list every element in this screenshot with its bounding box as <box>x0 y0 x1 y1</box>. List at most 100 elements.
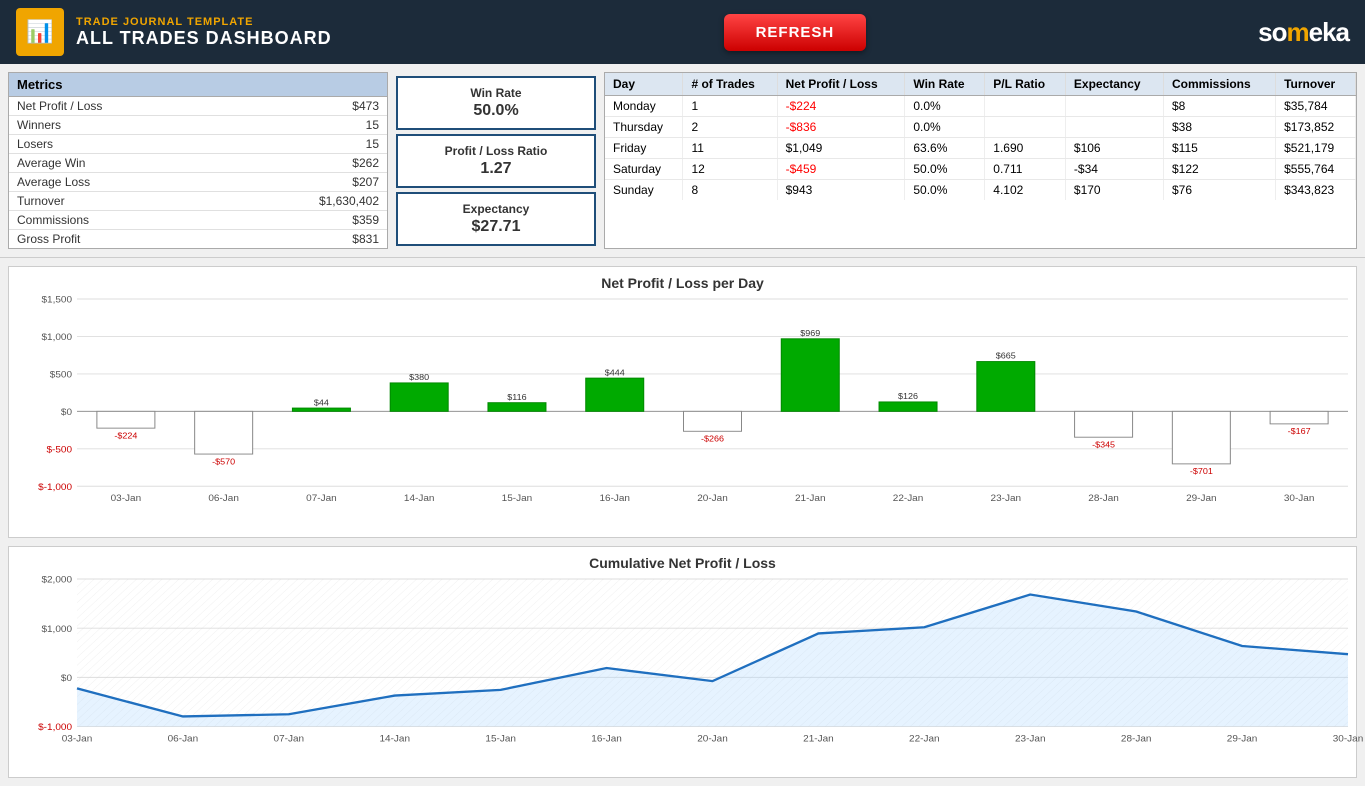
metrics-label: Winners <box>17 118 61 132</box>
svg-text:$1,500: $1,500 <box>41 295 72 306</box>
svg-text:07-Jan: 07-Jan <box>274 734 305 745</box>
table-cell <box>1065 117 1163 138</box>
metrics-row: Winners15 <box>9 116 387 135</box>
bar-chart-box: Net Profit / Loss per Day $1,500$1,000$5… <box>8 266 1357 538</box>
table-cell: $115 <box>1163 138 1275 159</box>
svg-text:-$224: -$224 <box>114 431 137 441</box>
day-table-header-row: Day# of TradesNet Profit / LossWin RateP… <box>605 73 1356 96</box>
metrics-label: Turnover <box>17 194 65 208</box>
header-text: TRADE JOURNAL TEMPLATE ALL TRADES DASHBO… <box>76 16 332 49</box>
metrics-row: Commissions $359 <box>9 211 387 230</box>
metrics-box: Metrics Net Profit / Loss$473Winners15Lo… <box>8 72 388 249</box>
day-table-col-header: Turnover <box>1276 73 1356 96</box>
charts-section: Net Profit / Loss per Day $1,500$1,000$5… <box>0 258 1365 786</box>
metrics-label: Net Profit / Loss <box>17 99 102 113</box>
svg-text:21-Jan: 21-Jan <box>803 734 834 745</box>
metrics-label: Losers <box>17 137 53 151</box>
svg-text:$1,000: $1,000 <box>41 624 72 635</box>
svg-text:14-Jan: 14-Jan <box>404 494 435 505</box>
svg-text:$-1,000: $-1,000 <box>38 723 72 734</box>
table-cell: Monday <box>605 96 683 117</box>
table-cell: 1 <box>683 96 777 117</box>
line-chart-svg: $2,000$1,000$0$-1,00003-Jan06-Jan07-Jan1… <box>77 579 1348 745</box>
svg-text:20-Jan: 20-Jan <box>697 734 728 745</box>
metrics-label: Commissions <box>17 213 89 227</box>
table-cell: $943 <box>777 180 905 201</box>
metrics-value: $359 <box>352 213 379 227</box>
line-chart-area: $2,000$1,000$0$-1,00003-Jan06-Jan07-Jan1… <box>17 579 1348 769</box>
table-cell: Sunday <box>605 180 683 201</box>
metrics-row: Net Profit / Loss $473 <box>9 97 387 116</box>
table-cell: $76 <box>1163 180 1275 201</box>
table-cell: -$224 <box>777 96 905 117</box>
svg-text:-$266: -$266 <box>701 434 724 444</box>
table-cell: Friday <box>605 138 683 159</box>
pl-ratio-label: Profit / Loss Ratio <box>418 144 574 158</box>
table-cell: 63.6% <box>905 138 985 159</box>
svg-text:30-Jan: 30-Jan <box>1284 494 1315 505</box>
table-cell <box>985 96 1066 117</box>
metrics-row: Average Loss$207 <box>9 173 387 192</box>
line-chart-title: Cumulative Net Profit / Loss <box>17 555 1348 571</box>
header: 📊 TRADE JOURNAL TEMPLATE ALL TRADES DASH… <box>0 0 1365 64</box>
table-cell: -$459 <box>777 159 905 180</box>
day-table: Day# of TradesNet Profit / LossWin RateP… <box>605 73 1356 200</box>
svg-text:23-Jan: 23-Jan <box>1015 734 1046 745</box>
svg-text:15-Jan: 15-Jan <box>502 494 533 505</box>
metrics-value: $473 <box>352 99 379 113</box>
expectancy-label: Expectancy <box>418 202 574 216</box>
day-table-col-header: Day <box>605 73 683 96</box>
table-cell <box>1065 96 1163 117</box>
win-rate-label: Win Rate <box>418 86 574 100</box>
svg-text:-$570: -$570 <box>212 457 235 467</box>
svg-text:28-Jan: 28-Jan <box>1088 494 1119 505</box>
table-cell: $343,823 <box>1276 180 1356 201</box>
table-cell: 0.0% <box>905 96 985 117</box>
table-cell: $38 <box>1163 117 1275 138</box>
day-table-container: Day# of TradesNet Profit / LossWin RateP… <box>604 72 1357 249</box>
metrics-label: Gross Profit <box>17 232 80 246</box>
svg-text:16-Jan: 16-Jan <box>599 494 630 505</box>
win-rate-value: 50.0% <box>418 102 574 120</box>
svg-text:$2,000: $2,000 <box>41 575 72 586</box>
table-cell: 4.102 <box>985 180 1066 201</box>
svg-text:03-Jan: 03-Jan <box>111 494 142 505</box>
table-cell: $173,852 <box>1276 117 1356 138</box>
svg-text:15-Jan: 15-Jan <box>485 734 516 745</box>
svg-text:21-Jan: 21-Jan <box>795 494 826 505</box>
svg-text:$0: $0 <box>61 673 72 684</box>
svg-text:$116: $116 <box>507 392 526 402</box>
svg-text:22-Jan: 22-Jan <box>893 494 924 505</box>
table-row: Saturday12-$45950.0%0.711-$34$122$555,76… <box>605 159 1356 180</box>
summary-cards: Win Rate 50.0% Profit / Loss Ratio 1.27 … <box>396 72 596 249</box>
table-cell: 0.0% <box>905 117 985 138</box>
table-row: Monday1-$2240.0%$8$35,784 <box>605 96 1356 117</box>
metrics-rows: Net Profit / Loss $473 Winners15 Losers 15 Av… <box>9 97 387 248</box>
svg-text:-$701: -$701 <box>1190 466 1213 476</box>
day-table-col-header: Net Profit / Loss <box>777 73 905 96</box>
svg-text:$665: $665 <box>996 351 1016 361</box>
svg-text:14-Jan: 14-Jan <box>379 734 410 745</box>
win-rate-card: Win Rate 50.0% <box>396 76 596 130</box>
line-chart-box: Cumulative Net Profit / Loss $2,000$1,00… <box>8 546 1357 778</box>
metrics-value: 15 <box>366 137 379 151</box>
svg-text:03-Jan: 03-Jan <box>62 734 93 745</box>
metrics-value: $262 <box>352 156 379 170</box>
table-cell <box>985 117 1066 138</box>
refresh-button[interactable]: REFRESH <box>724 14 867 51</box>
svg-text:29-Jan: 29-Jan <box>1227 734 1258 745</box>
day-table-col-header: Commissions <box>1163 73 1275 96</box>
day-table-col-header: Win Rate <box>905 73 985 96</box>
table-row: Sunday8$94350.0%4.102$170$76$343,823 <box>605 180 1356 201</box>
expectancy-value: $27.71 <box>418 218 574 236</box>
table-cell: 2 <box>683 117 777 138</box>
table-cell: 11 <box>683 138 777 159</box>
svg-text:$0: $0 <box>61 407 72 418</box>
metrics-value: $207 <box>352 175 379 189</box>
day-table-col-header: # of Trades <box>683 73 777 96</box>
table-cell: 50.0% <box>905 180 985 201</box>
table-cell: 0.711 <box>985 159 1066 180</box>
metrics-value: $831 <box>352 232 379 246</box>
svg-text:23-Jan: 23-Jan <box>991 494 1022 505</box>
metrics-label: Average Win <box>17 156 85 170</box>
